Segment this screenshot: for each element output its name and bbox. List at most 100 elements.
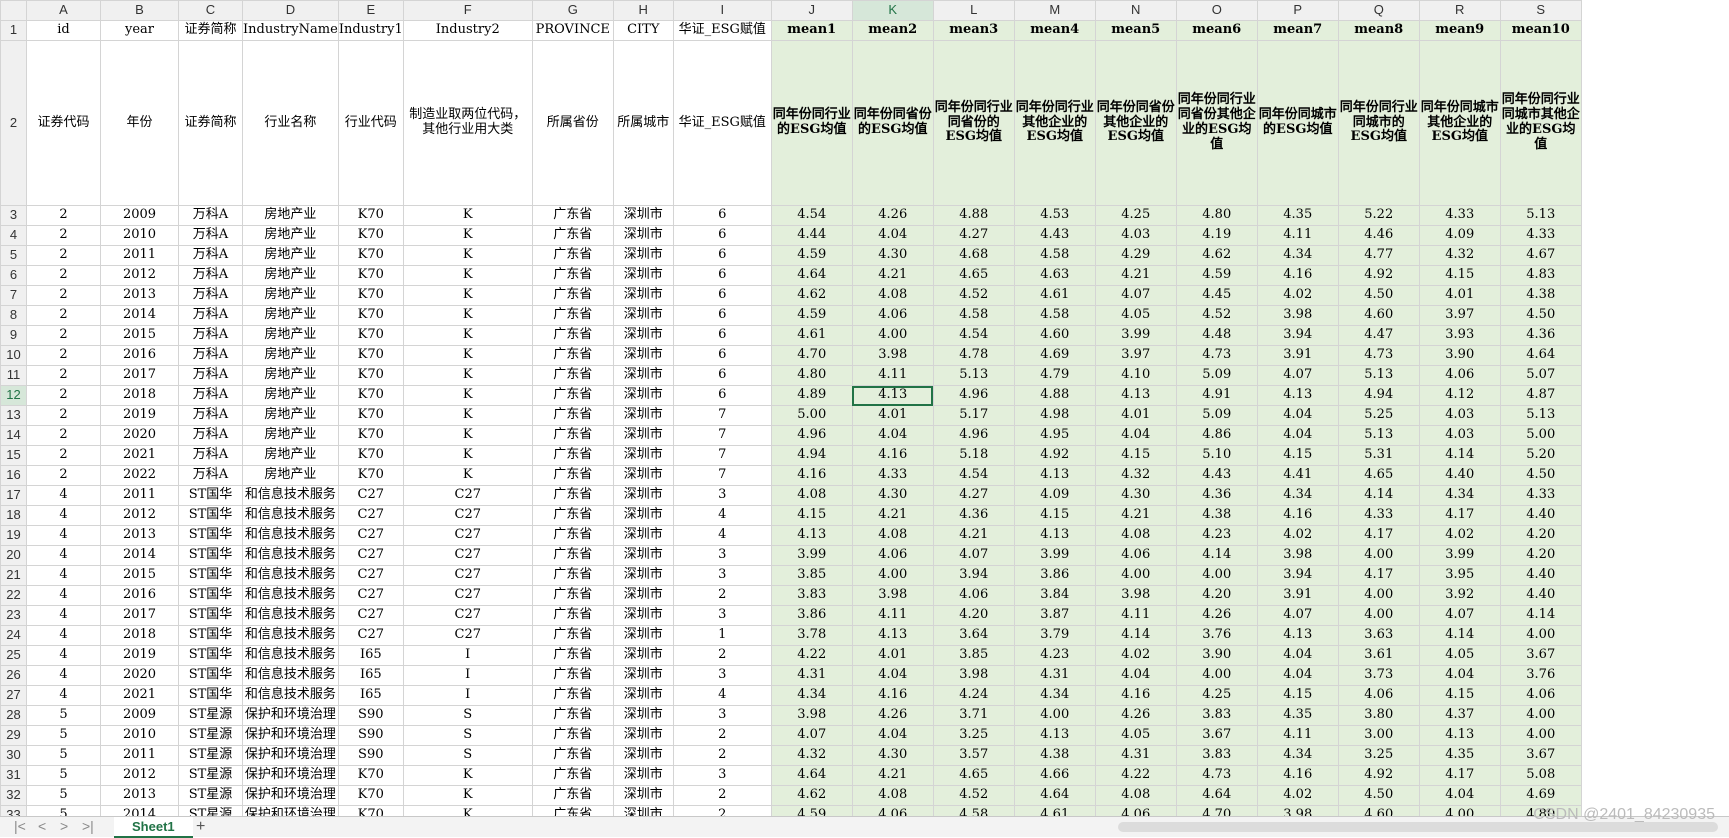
data-cell[interactable]: 4.17 <box>1337 525 1420 546</box>
data-cell[interactable]: 5.09 <box>1175 405 1258 426</box>
data-cell[interactable]: 深圳市 <box>612 565 674 586</box>
data-cell[interactable]: 4.96 <box>932 385 1015 406</box>
data-cell[interactable]: 广东省 <box>531 765 614 786</box>
data-cell[interactable]: 4.64 <box>1175 785 1258 806</box>
data-cell[interactable]: 3.97 <box>1418 305 1501 326</box>
data-cell[interactable]: 3.25 <box>932 725 1015 746</box>
data-cell[interactable]: 3 <box>672 565 772 586</box>
data-cell[interactable]: 3.98 <box>851 345 934 366</box>
data-cell[interactable]: 深圳市 <box>612 425 674 446</box>
data-cell[interactable]: 4.00 <box>1337 585 1420 606</box>
data-cell[interactable]: 4.15 <box>770 505 853 526</box>
data-cell[interactable]: K70 <box>337 245 404 266</box>
data-cell[interactable]: 4.06 <box>851 805 934 816</box>
row-header[interactable]: 30 <box>0 745 27 766</box>
data-cell[interactable]: 5.09 <box>1175 365 1258 386</box>
data-cell[interactable]: 4.26 <box>1094 705 1177 726</box>
data-cell[interactable]: 4.03 <box>1094 225 1177 246</box>
data-cell[interactable]: 4.31 <box>770 665 853 686</box>
data-cell[interactable]: K <box>402 245 533 266</box>
data-cell[interactable]: 4.68 <box>932 245 1015 266</box>
data-cell[interactable]: 广东省 <box>531 565 614 586</box>
data-cell[interactable]: 和信息技术服务 <box>242 545 339 566</box>
data-cell[interactable]: 4.02 <box>1418 525 1501 546</box>
data-cell[interactable]: 4.88 <box>1013 385 1096 406</box>
data-cell[interactable]: 4.17 <box>1337 565 1420 586</box>
data-cell[interactable]: 2 <box>26 365 101 386</box>
data-cell[interactable]: 4.04 <box>851 725 934 746</box>
data-cell[interactable]: 4.02 <box>1256 525 1339 546</box>
data-cell[interactable]: 4.48 <box>1175 325 1258 346</box>
data-cell[interactable]: 4.30 <box>851 745 934 766</box>
description-cell[interactable]: 行业名称 <box>242 40 339 206</box>
data-cell[interactable]: K <box>402 805 533 816</box>
header-cell[interactable]: IndustryName <box>242 20 339 41</box>
data-cell[interactable]: 4.88 <box>932 205 1015 226</box>
data-cell[interactable]: 3.25 <box>1337 745 1420 766</box>
data-cell[interactable]: 4.13 <box>1013 525 1096 546</box>
data-cell[interactable]: 保护和环境治理 <box>242 805 339 816</box>
data-cell[interactable]: 4.62 <box>1175 245 1258 266</box>
data-cell[interactable]: 2 <box>26 225 101 246</box>
data-cell[interactable]: 2 <box>26 325 101 346</box>
description-cell[interactable]: 所属省份 <box>531 40 614 206</box>
data-cell[interactable]: 2016 <box>100 345 179 366</box>
data-cell[interactable]: 4.10 <box>1094 365 1177 386</box>
data-cell[interactable]: 4.33 <box>1337 505 1420 526</box>
data-cell[interactable]: 6 <box>672 365 772 386</box>
data-cell[interactable]: 2021 <box>100 685 179 706</box>
data-cell[interactable]: 4.00 <box>1013 705 1096 726</box>
data-cell[interactable]: 4.01 <box>1418 285 1501 306</box>
data-cell[interactable]: 4.16 <box>851 445 934 466</box>
data-cell[interactable]: 3.83 <box>1175 705 1258 726</box>
row-header[interactable]: 2 <box>0 40 27 206</box>
data-cell[interactable]: S <box>402 705 533 726</box>
data-cell[interactable]: 3 <box>672 605 772 626</box>
row-header[interactable]: 31 <box>0 765 27 786</box>
row-header[interactable]: 6 <box>0 265 27 286</box>
data-cell[interactable]: 6 <box>672 285 772 306</box>
data-cell[interactable]: 4.07 <box>1418 605 1501 626</box>
data-cell[interactable]: 深圳市 <box>612 505 674 526</box>
data-cell[interactable]: 广东省 <box>531 605 614 626</box>
data-cell[interactable]: 4.65 <box>932 265 1015 286</box>
data-cell[interactable]: 4.34 <box>1418 485 1501 506</box>
header-cell[interactable]: PROVINCE <box>531 20 614 41</box>
data-cell[interactable]: 2014 <box>100 805 179 816</box>
data-cell[interactable]: 4.14 <box>1175 545 1258 566</box>
prev-sheet-icon[interactable]: < <box>38 818 46 834</box>
data-cell[interactable]: 深圳市 <box>612 225 674 246</box>
data-cell[interactable]: 2011 <box>100 485 179 506</box>
data-cell[interactable]: 4.15 <box>1256 445 1339 466</box>
data-cell[interactable]: 4.98 <box>1013 405 1096 426</box>
data-cell[interactable]: I <box>402 685 533 706</box>
data-cell[interactable]: 4.22 <box>770 645 853 666</box>
data-cell[interactable]: 4.00 <box>851 325 934 346</box>
data-cell[interactable]: 4 <box>672 525 772 546</box>
data-cell[interactable]: 4.33 <box>1499 485 1582 506</box>
data-cell[interactable]: 4.32 <box>770 745 853 766</box>
data-cell[interactable]: 3.99 <box>1094 325 1177 346</box>
data-cell[interactable]: 5.17 <box>932 405 1015 426</box>
data-cell[interactable]: 广东省 <box>531 745 614 766</box>
data-cell[interactable]: 5.31 <box>1337 445 1420 466</box>
data-cell[interactable]: 4.08 <box>851 525 934 546</box>
data-cell[interactable]: K70 <box>337 365 404 386</box>
data-cell[interactable]: 2016 <box>100 585 179 606</box>
data-cell[interactable]: 2009 <box>100 205 179 226</box>
row-header[interactable]: 29 <box>0 725 27 746</box>
row-header[interactable]: 3 <box>0 205 27 226</box>
data-cell[interactable]: 4.33 <box>1418 205 1501 226</box>
data-cell[interactable]: 深圳市 <box>612 325 674 346</box>
data-cell[interactable]: 和信息技术服务 <box>242 625 339 646</box>
data-cell[interactable]: 4.16 <box>1256 765 1339 786</box>
data-cell[interactable]: 广东省 <box>531 265 614 286</box>
data-cell[interactable]: I <box>402 645 533 666</box>
data-cell[interactable]: 3.67 <box>1499 645 1582 666</box>
description-cell[interactable]: 华证_ESG赋值 <box>672 40 772 206</box>
data-cell[interactable]: 4.26 <box>1175 605 1258 626</box>
data-cell[interactable]: 4.08 <box>1094 525 1177 546</box>
data-cell[interactable]: 2020 <box>100 665 179 686</box>
data-cell[interactable]: 深圳市 <box>612 665 674 686</box>
data-cell[interactable]: 4.96 <box>932 425 1015 446</box>
